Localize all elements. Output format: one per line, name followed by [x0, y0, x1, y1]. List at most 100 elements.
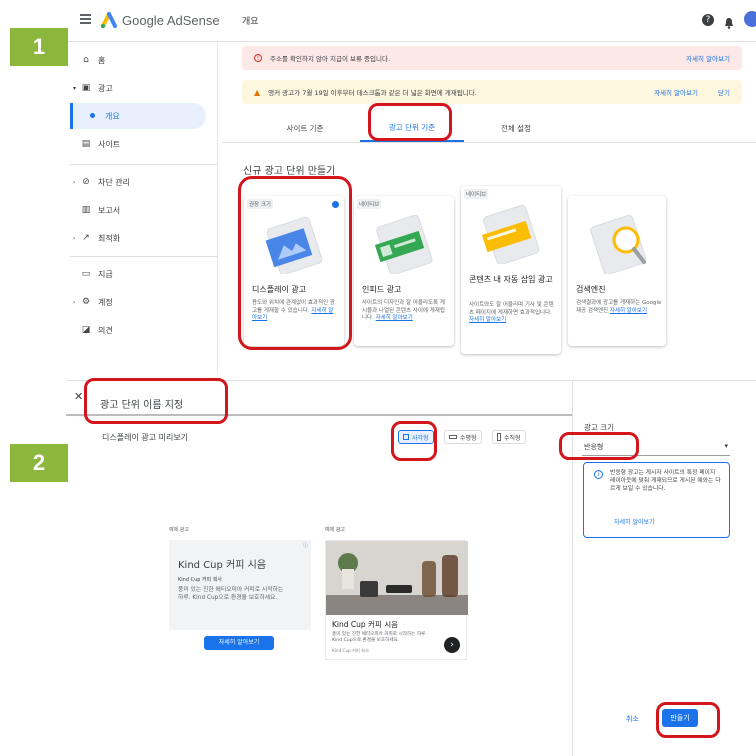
dismiss-link[interactable]: 닫기	[718, 87, 730, 97]
divider	[70, 164, 218, 165]
sidebar-item-optimization[interactable]: › ↗ 최적화	[70, 224, 218, 252]
format-vertical-button[interactable]: 수직형	[492, 430, 526, 444]
error-icon: !	[254, 54, 262, 62]
learn-more-link[interactable]: 자세히 알아보기	[610, 308, 647, 314]
help-icon[interactable]: ?	[702, 14, 714, 26]
tab-by-ad-unit[interactable]: 광고 단위 기준	[360, 114, 464, 142]
learn-more-link[interactable]: 자세히 알아보기	[376, 315, 413, 321]
chevron-right-icon[interactable]: ›	[444, 637, 460, 653]
sidebar-item-payments[interactable]: ▭ 지급	[70, 260, 218, 288]
ad-size-select[interactable]: 반응형 ▾	[582, 436, 730, 456]
card-description: 용도와 위치에 관계없이 효과적인 광고를 게재할 수 있습니다. 자세히 알아…	[252, 300, 335, 321]
payment-icon: ▭	[81, 269, 91, 279]
close-icon[interactable]: ✕	[74, 390, 83, 403]
info-dot-icon	[332, 201, 339, 208]
step-badge-1: 1	[10, 28, 68, 66]
sample-text-ad: ⓘ Kind Cup 커피 시음 Kind Cup 커피 회사 풍미 있는 진한…	[169, 540, 311, 660]
sidebar-item-label: 계정	[98, 297, 113, 307]
sites-icon: ▤	[81, 139, 91, 149]
expand-caret-icon: ›	[73, 298, 76, 306]
tab-global-settings[interactable]: 전체 설정	[462, 114, 570, 142]
dot-icon	[90, 113, 95, 118]
warning-icon: ▲	[254, 87, 261, 97]
ad-cta-button[interactable]: 자세히 알아보기	[204, 636, 274, 650]
notification-bell-icon[interactable]	[724, 14, 734, 29]
sidebar-item-label: 의견	[98, 325, 113, 335]
card-title: 디스플레이 광고	[252, 285, 307, 294]
create-section-title: 신규 광고 단위 만들기	[243, 166, 336, 177]
sidebar-item-label: 차단 관리	[98, 177, 130, 187]
app-header: Google AdSense 개요 ?	[68, 0, 756, 42]
expand-caret-icon: ›	[73, 234, 76, 242]
alert-text: 앵커 광고가 7월 19일 이후부터 데스크톱과 같은 더 넓은 화면에 게재됩…	[268, 89, 477, 97]
preview-label: 디스플레이 광고 미리보기	[102, 433, 189, 442]
sidebar-item-account[interactable]: › ⚙ 계정	[70, 288, 218, 316]
page-title: 개요	[242, 17, 259, 27]
dropdown-arrow-icon: ▾	[724, 442, 728, 450]
card-title: 콘텐츠 내 자동 삽입 광고	[469, 275, 553, 284]
format-horizontal-button[interactable]: 수평형	[444, 430, 482, 444]
sidebar-item-reports[interactable]: ▥ 보고서	[70, 196, 218, 224]
divider	[70, 256, 218, 257]
sample-ad-caption: 예제 광고	[325, 527, 345, 533]
input-underline	[66, 414, 572, 416]
learn-more-link[interactable]: 자세히 알아보기	[686, 53, 730, 63]
responsive-info-box: i 반응형 광고는 게시자 사이트의 특정 페이지 레이아웃에 맞춰 게재되므로…	[583, 462, 730, 538]
card-search-engine[interactable]: 검색엔진 검색결과에 광고를 게재하는 Google 제공 검색엔진 자세히 알…	[568, 196, 666, 346]
learn-more-link[interactable]: 자세히 알아보기	[469, 317, 506, 323]
in-feed-ad-illustration	[374, 214, 433, 274]
card-in-feed-ad[interactable]: 네이티브 인피드 광고 사이트의 디자인과 잘 어울리도록 게시물과 나열된 콘…	[354, 196, 454, 346]
format-square-button[interactable]: 사각형	[398, 430, 434, 444]
create-button[interactable]: 만들기	[662, 709, 698, 727]
card-description: 검색결과에 광고를 게재하는 Google 제공 검색엔진 자세히 알아보기	[576, 300, 662, 314]
card-display-ad[interactable]: 권장 크기 디스플레이 광고 용도와 위치에 관계없이 효과적인 광고를 게재할…	[244, 196, 344, 346]
alert-payment-hold: ! 주소를 확인하지 않아 지급이 보류 중입니다. 자세히 알아보기	[242, 46, 742, 70]
card-tag: 네이티브	[464, 189, 489, 199]
card-tag: 네이티브	[357, 199, 382, 209]
sidebar-item-label: 광고	[98, 83, 113, 93]
ad-title: Kind Cup 커피 시음	[178, 560, 267, 571]
adsense-logo-icon	[100, 11, 118, 29]
ad-title: Kind Cup 커피 시음	[332, 620, 399, 629]
ad-size-label: 광고 크기	[584, 423, 614, 432]
gear-icon: ⚙	[81, 297, 91, 307]
ad-advertiser: Kind Cup 커피 회사	[332, 648, 369, 653]
brand-name: Google AdSense	[122, 13, 220, 28]
info-text: 반응형 광고는 게시자 사이트의 특정 페이지 레이아웃에 맞춰 게재되므로 게…	[610, 470, 721, 492]
search-engine-illustration	[590, 214, 647, 274]
learn-more-link[interactable]: 자세히 알아보기	[654, 87, 698, 97]
sidebar-item-block-controls[interactable]: › ⊘ 차단 관리	[70, 168, 218, 196]
alert-anchor-ads: ▲ 앵커 광고가 7월 19일 이후부터 데스크톱과 같은 더 넓은 화면에 게…	[242, 80, 742, 104]
home-icon: ⌂	[83, 55, 89, 65]
card-title: 검색엔진	[576, 285, 606, 294]
card-description: 사이트의 디자인과 잘 어울리도록 게시물과 나열된 콘텐츠 사이에 게재됩니다…	[362, 300, 445, 321]
sidebar-item-label: 사이트	[98, 139, 121, 149]
tab-by-site[interactable]: 사이트 기준	[245, 114, 365, 142]
sample-ad-caption: 예제 광고	[169, 527, 189, 533]
sidebar-item-sites[interactable]: ▤ 사이트	[70, 130, 218, 158]
sidebar-item-label: 개요	[105, 112, 120, 121]
trend-icon: ↗	[82, 233, 90, 243]
ad-body: 풍미 있는 진한 에티오피아 커피로 시작하는 하루. Kind Cup으로 환…	[332, 632, 427, 643]
menu-icon[interactable]	[80, 14, 91, 24]
avatar[interactable]	[744, 11, 756, 27]
ad-advertiser: Kind Cup 커피 회사	[178, 577, 223, 583]
panel-divider	[66, 380, 756, 381]
coffee-photo	[326, 541, 468, 615]
sidebar-item-overview[interactable]: 개요	[70, 103, 206, 129]
learn-more-link[interactable]: 자세히 알아보기	[614, 517, 655, 526]
card-tag: 권장 크기	[247, 199, 273, 209]
sidebar-item-home[interactable]: ⌂ 홈	[70, 46, 218, 74]
sidebar-item-label: 지급	[98, 269, 113, 279]
sidebar-item-label: 홈	[98, 55, 106, 65]
cancel-button[interactable]: 취소	[626, 714, 639, 724]
sidebar-item-feedback[interactable]: ◪ 의견	[70, 316, 218, 344]
expand-caret-icon: ▾	[73, 84, 77, 92]
square-icon	[403, 434, 409, 440]
in-article-ad-illustration	[481, 204, 540, 264]
sidebar-item-ads[interactable]: ▾ ▣ 광고	[70, 74, 218, 102]
card-in-article-ad[interactable]: 네이티브 콘텐츠 내 자동 삽입 광고 사이트와도 잘 어울리며 기사 및 콘텐…	[461, 186, 561, 354]
sidebar-item-label: 보고서	[98, 205, 121, 215]
step-badge-2: 2	[10, 444, 68, 482]
sample-image-ad: Kind Cup 커피 시음 풍미 있는 진한 에티오피아 커피로 시작하는 하…	[325, 540, 468, 660]
